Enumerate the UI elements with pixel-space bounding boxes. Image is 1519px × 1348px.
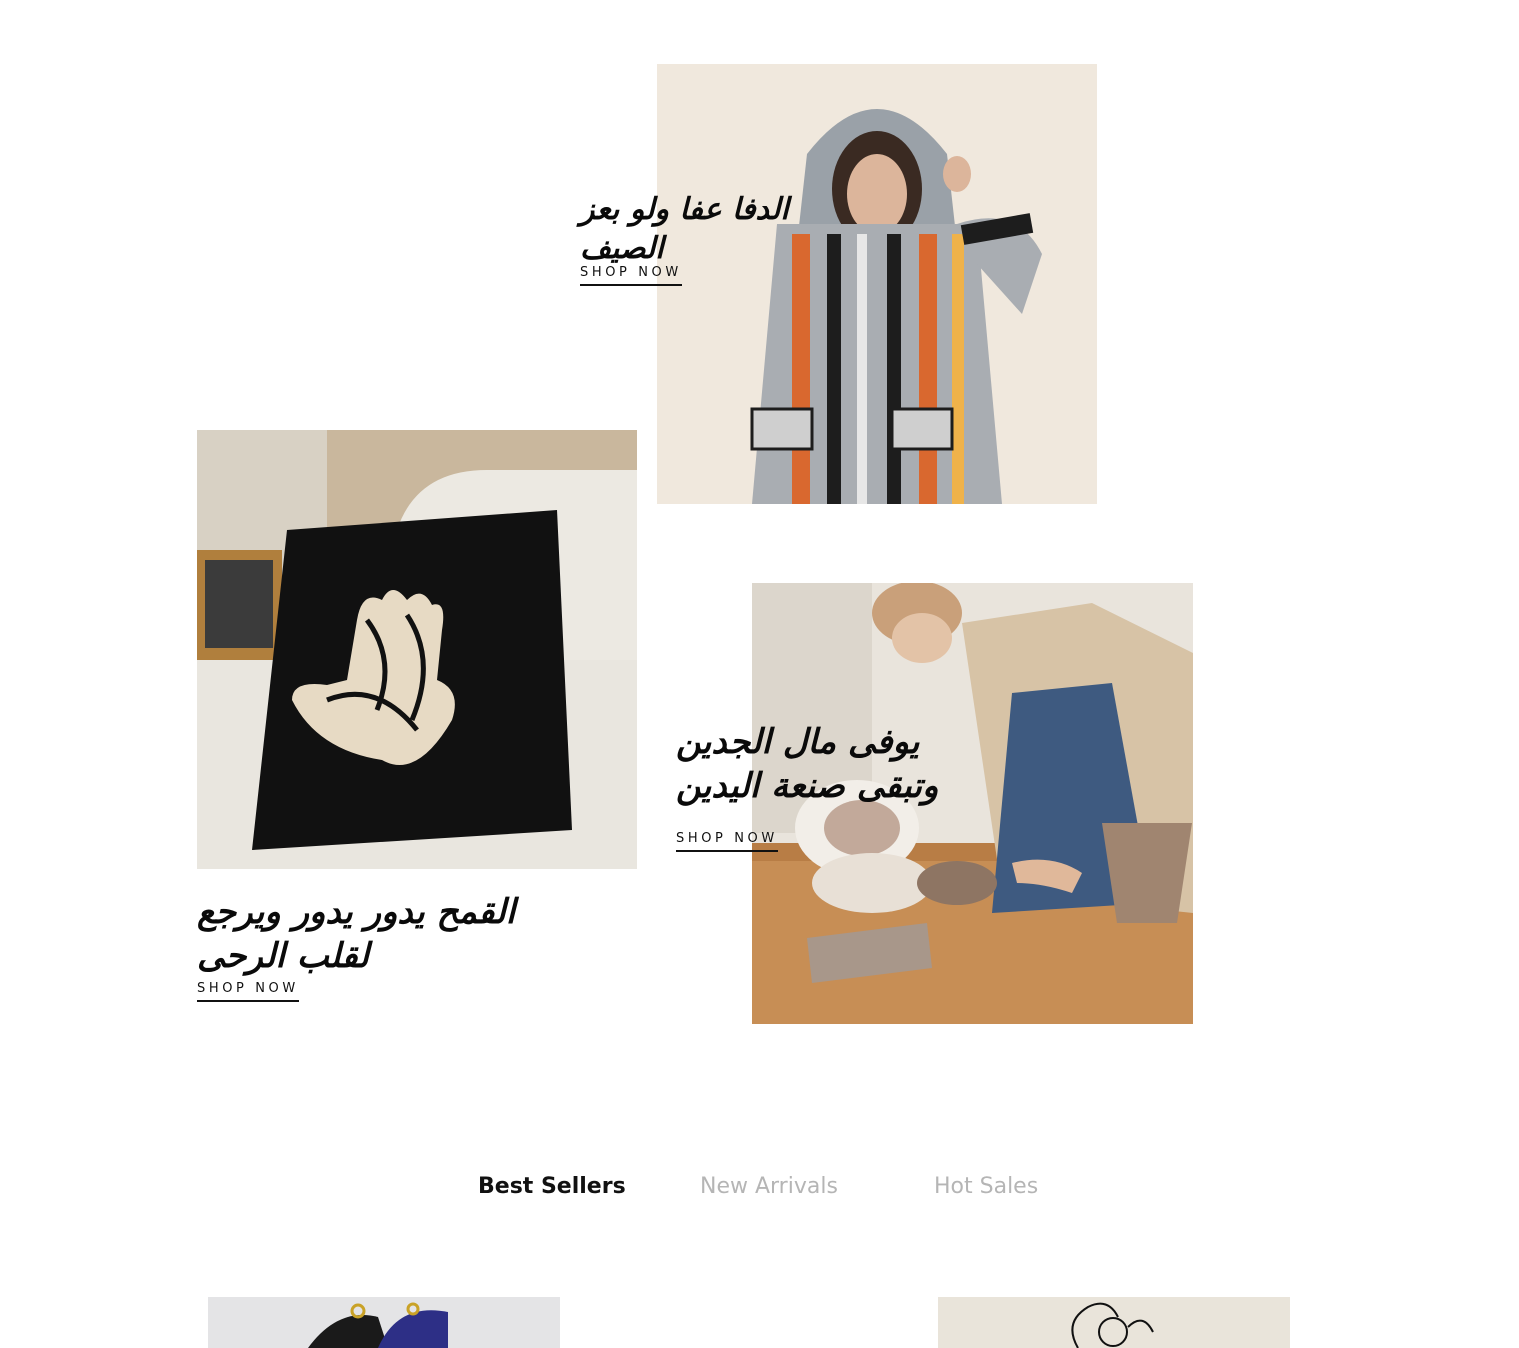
banner-cushion-shop-now-link[interactable]: SHOP NOW [197, 981, 299, 1002]
product-card-image[interactable] [938, 1297, 1290, 1348]
product-tabs: Best Sellers New Arrivals Hot Sales [0, 1174, 1519, 1214]
tab-best-sellers[interactable]: Best Sellers [478, 1174, 626, 1199]
product-card-image[interactable] [208, 1297, 560, 1348]
banner-pottery-heading: يوفى مال الجدين وتبقى صنعة اليدين [676, 722, 939, 807]
banner-pottery-shop-now-link[interactable]: SHOP NOW [676, 831, 778, 852]
banner-cushion-image[interactable] [197, 430, 637, 869]
tab-new-arrivals[interactable]: New Arrivals [700, 1174, 838, 1199]
banner-jacket-heading: الدفا عفا ولو بعز الصيف [580, 192, 789, 266]
banner-jacket-shop-now-link[interactable]: SHOP NOW [580, 265, 682, 286]
banner-cushion-heading: القمح يدور يدور ويرجع لقلب الرحى [197, 892, 516, 977]
tab-hot-sales[interactable]: Hot Sales [934, 1174, 1038, 1199]
banner-jacket-image[interactable] [657, 64, 1097, 504]
